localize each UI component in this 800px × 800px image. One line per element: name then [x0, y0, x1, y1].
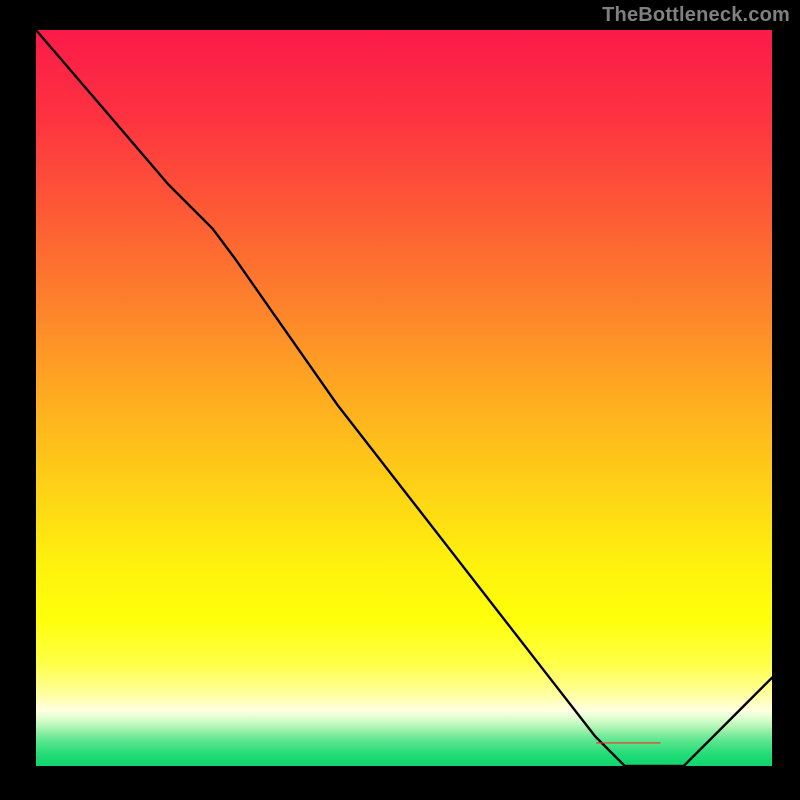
watermark-text: TheBottleneck.com	[602, 4, 790, 27]
bottleneck-curve	[36, 30, 772, 766]
plot-area: ——————	[36, 30, 772, 766]
chart-frame: TheBottleneck.com ——————	[0, 0, 800, 800]
minimum-annotation: ——————	[596, 737, 660, 749]
